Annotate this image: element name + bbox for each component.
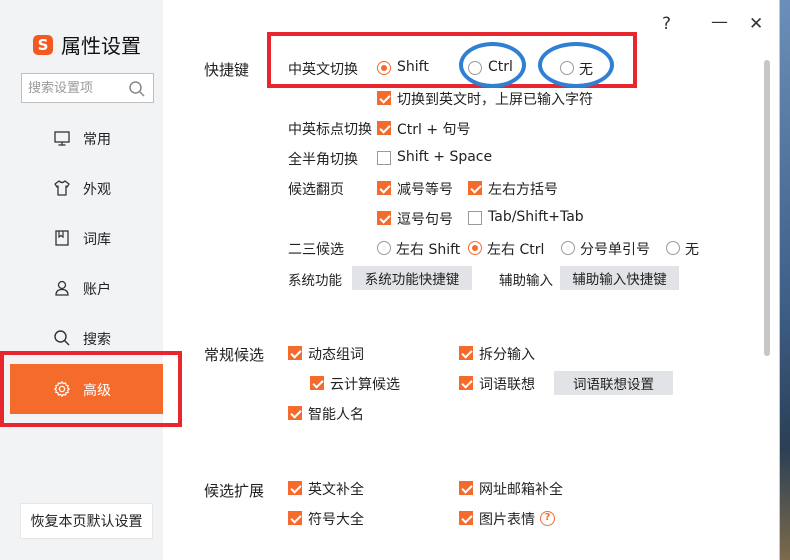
help-button[interactable]: ? (662, 14, 671, 34)
checkbox-smart-names[interactable] (288, 406, 302, 420)
scrollbar[interactable] (764, 60, 770, 356)
image-emoji-label: 图片表情 (479, 512, 535, 528)
radio-second-none-label: 无 (685, 242, 699, 258)
checkbox-image-emoji[interactable] (459, 511, 473, 525)
highlight-ellipse-none (538, 42, 614, 88)
section-title-shortcuts: 快捷键 (204, 61, 250, 79)
checkbox-punct-ctrl-period[interactable] (377, 121, 391, 135)
checkbox-dynamic-phrase[interactable] (288, 346, 302, 360)
radio-semicolon-quote[interactable] (561, 241, 575, 255)
sidebar: S 属性设置 常用 外观 词库 (0, 0, 163, 560)
section-title-extension: 候选扩展 (204, 482, 265, 500)
width-switch-label: 全半角切换 (288, 152, 358, 168)
radio-lr-shift[interactable] (377, 241, 391, 255)
system-function-label: 系统功能 (288, 273, 342, 289)
checkbox-switch-commit[interactable] (377, 91, 391, 105)
checkbox-minus-equal[interactable] (377, 181, 391, 195)
highlight-box-advanced (0, 351, 182, 427)
sidebar-item-label: 词库 (83, 232, 111, 248)
brackets-label: 左右方括号 (488, 182, 558, 198)
sidebar-item-appearance[interactable]: 外观 (0, 168, 163, 208)
search-icon (53, 329, 71, 347)
minimize-button[interactable]: — (711, 12, 728, 32)
highlight-ellipse-ctrl (459, 42, 526, 88)
split-input-label: 拆分输入 (479, 347, 535, 363)
search-box[interactable] (21, 73, 154, 103)
tab-shift-tab-label: Tab/Shift+Tab (488, 209, 584, 225)
checkbox-tab-shift-tab[interactable] (468, 211, 482, 225)
aux-input-label: 辅助输入 (499, 273, 553, 289)
checkbox-cloud-candidates[interactable] (310, 376, 324, 390)
word-association-settings-button[interactable]: 词语联想设置 (554, 371, 673, 395)
sidebar-item-label: 常用 (83, 132, 111, 148)
search-icon[interactable] (128, 80, 146, 102)
smart-names-label: 智能人名 (308, 407, 364, 423)
checkbox-shift-space[interactable] (377, 151, 391, 165)
user-icon (53, 279, 71, 297)
word-association-label: 词语联想 (479, 377, 535, 393)
punct-switch-label: 中英标点切换 (288, 122, 372, 138)
checkbox-comma-period[interactable] (377, 211, 391, 225)
radio-lr-ctrl-label: 左右 Ctrl (487, 242, 545, 258)
sidebar-item-lexicon[interactable]: 词库 (0, 218, 163, 258)
checkbox-brackets[interactable] (468, 181, 482, 195)
dynamic-phrase-label: 动态组词 (308, 347, 364, 363)
second-third-label: 二三候选 (288, 242, 344, 258)
aux-input-shortcut-button[interactable]: 辅助输入快捷键 (560, 266, 679, 290)
punct-ctrl-period-label: Ctrl + 句号 (397, 122, 471, 138)
sidebar-item-common[interactable]: 常用 (0, 118, 163, 158)
english-completion-label: 英文补全 (308, 482, 364, 498)
sidebar-item-label: 外观 (83, 182, 111, 198)
radio-semicolon-quote-label: 分号单引号 (580, 242, 650, 258)
radio-lr-ctrl[interactable] (468, 241, 482, 255)
section-title-candidates: 常规候选 (204, 346, 265, 364)
system-function-shortcut-button[interactable]: 系统功能快捷键 (352, 266, 472, 290)
checkbox-symbols[interactable] (288, 511, 302, 525)
page-turn-label: 候选翻页 (288, 182, 344, 198)
checkbox-url-email-completion[interactable] (459, 481, 473, 495)
radio-second-none[interactable] (666, 241, 680, 255)
shift-space-label: Shift + Space (397, 149, 493, 165)
cloud-candidates-label: 云计算候选 (330, 377, 400, 393)
sidebar-item-label: 账户 (83, 282, 111, 298)
app-title: 属性设置 (61, 34, 141, 58)
radio-lr-shift-label: 左右 Shift (396, 242, 461, 258)
app-logo: S 属性设置 (33, 30, 141, 59)
sidebar-item-label: 搜索 (83, 332, 111, 348)
help-circle-icon[interactable]: ? (540, 511, 555, 526)
monitor-icon (53, 129, 71, 147)
sogou-logo-icon: S (33, 34, 53, 55)
tshirt-icon (53, 179, 71, 197)
book-icon (53, 229, 71, 247)
checkbox-split-input[interactable] (459, 346, 473, 360)
restore-defaults-button[interactable]: 恢复本页默认设置 (20, 503, 153, 539)
sidebar-item-account[interactable]: 账户 (0, 268, 163, 308)
symbols-label: 符号大全 (308, 512, 364, 528)
comma-period-label: 逗号句号 (397, 212, 453, 228)
settings-window: S 属性设置 常用 外观 词库 (0, 0, 780, 560)
switch-commit-label: 切换到英文时，上屏已输入字符 (397, 92, 593, 108)
minus-equal-label: 减号等号 (397, 182, 453, 198)
checkbox-english-completion[interactable] (288, 481, 302, 495)
close-button[interactable]: ✕ (749, 14, 763, 34)
search-input[interactable] (22, 74, 122, 102)
checkbox-word-association[interactable] (459, 376, 473, 390)
url-email-completion-label: 网址邮箱补全 (479, 482, 563, 498)
